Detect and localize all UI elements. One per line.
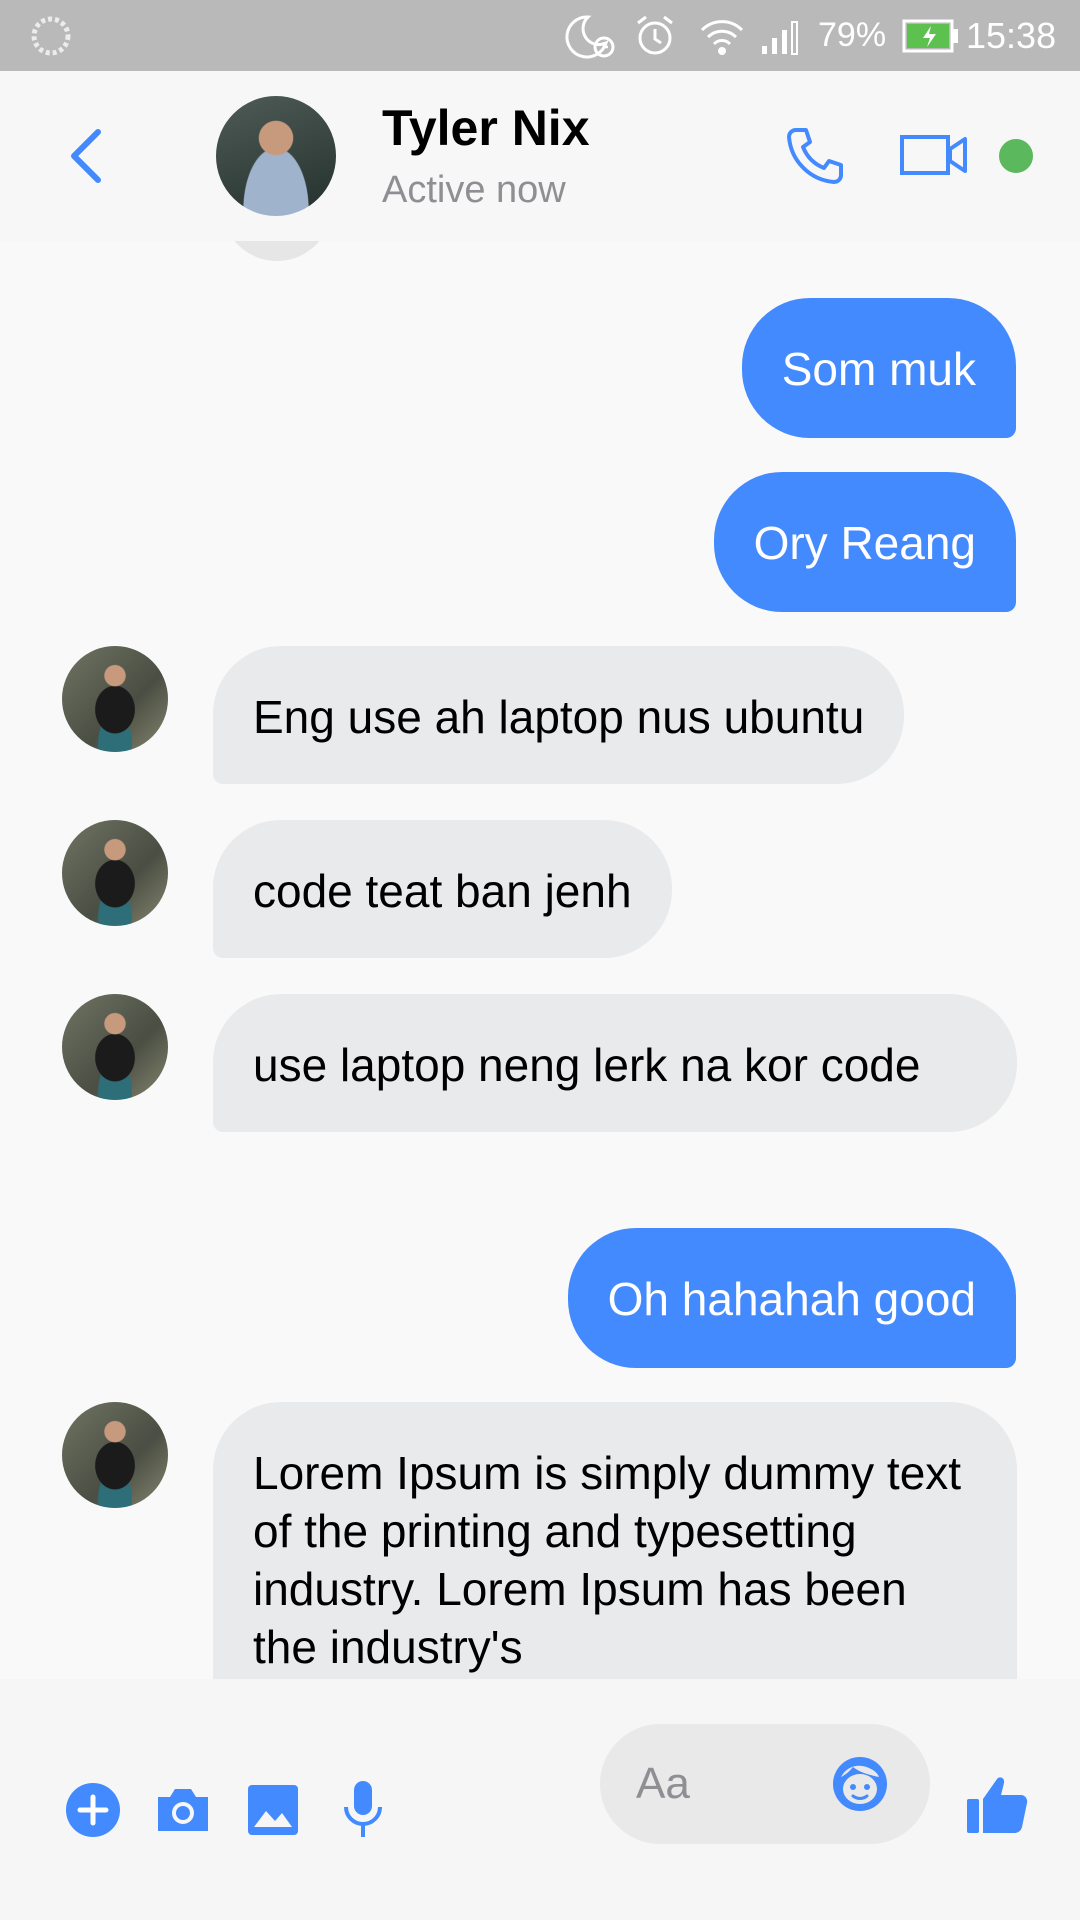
outgoing-message[interactable]: Ory Reang (713, 472, 1016, 612)
camera-button[interactable] (148, 1775, 218, 1845)
contact-status: Active now (382, 169, 566, 211)
message-list[interactable]: Som muk Ory Reang Eng use ah laptop nus … (0, 241, 1080, 1679)
contact-name[interactable]: Tyler Nix (382, 99, 590, 157)
battery-percent: 79% (818, 16, 887, 54)
image-icon (248, 1785, 298, 1835)
video-camera-icon (900, 135, 967, 175)
message-input-wrapper (600, 1724, 930, 1844)
online-status-dot (996, 136, 1036, 176)
wifi-icon (698, 0, 746, 71)
microphone-icon (344, 1781, 382, 1837)
thumbs-up-icon (967, 1777, 1028, 1833)
back-button[interactable] (58, 121, 112, 191)
message-composer (0, 1679, 1080, 1920)
message-input[interactable] (636, 1750, 816, 1818)
video-call-button[interactable] (896, 127, 972, 183)
sender-avatar[interactable] (62, 994, 168, 1100)
outgoing-message[interactable]: Som muk (741, 298, 1016, 438)
plus-circle-icon (66, 1783, 120, 1837)
loading-icon (30, 0, 72, 71)
status-bar: 79% 15:38 (0, 0, 1080, 71)
sender-avatar[interactable] (62, 646, 168, 752)
voice-call-button[interactable] (780, 121, 850, 191)
conversation-header: Tyler Nix Active now (0, 71, 1080, 241)
outgoing-message[interactable]: Oh hahahah good (567, 1228, 1016, 1368)
previous-avatar (222, 241, 332, 261)
do-not-disturb-icon (562, 0, 618, 71)
battery-icon (902, 0, 960, 71)
emoji-face-icon (833, 1757, 887, 1811)
incoming-message[interactable]: Lorem Ipsum is simply dummy text of the … (213, 1402, 1017, 1679)
camera-icon (158, 1789, 208, 1831)
emoji-button[interactable] (828, 1752, 892, 1816)
incoming-message[interactable]: Eng use ah laptop nus ubuntu (213, 646, 905, 784)
incoming-message[interactable]: use laptop neng lerk na kor code (213, 994, 1017, 1132)
more-actions-button[interactable] (58, 1775, 128, 1845)
contact-avatar[interactable] (216, 96, 336, 216)
signal-icon (760, 0, 806, 71)
sender-avatar[interactable] (62, 1402, 168, 1508)
clock-time: 15:38 (966, 14, 1057, 56)
sender-avatar[interactable] (62, 820, 168, 926)
like-button[interactable] (962, 1769, 1032, 1839)
alarm-icon (632, 0, 678, 71)
gallery-button[interactable] (238, 1775, 308, 1845)
phone-icon (787, 128, 843, 184)
chevron-left-icon (71, 129, 101, 183)
voice-message-button[interactable] (328, 1775, 398, 1845)
incoming-message[interactable]: code teat ban jenh (213, 820, 672, 958)
